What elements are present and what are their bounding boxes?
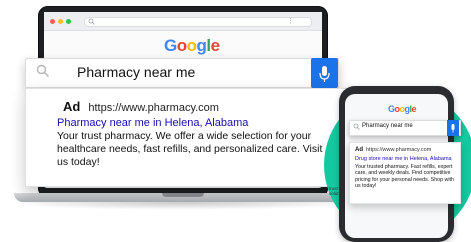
close-window-dot[interactable] [50,19,55,24]
address-bar[interactable] [84,17,312,27]
mic-icon [319,66,330,82]
ad-badge: Ad [63,99,81,114]
voice-search-button[interactable] [311,58,338,88]
ad-title-link[interactable]: Pharmacy near me in Helena, Alabama [57,117,248,129]
laptop-background-text: trust solut [329,186,339,196]
laptop-notch [162,193,204,197]
phone-ad-url[interactable]: https://www.pharmacy.com [366,147,431,153]
phone-search-icon [353,123,360,130]
search-icon [36,64,49,77]
phone-google-logo: Google [388,104,417,114]
address-search-icon [88,18,95,25]
phone-voice-search-button[interactable] [447,120,459,136]
maximize-window-dot[interactable] [66,19,71,24]
phone-ad-title-link[interactable]: Drug store near me in Helena, Alabama [355,156,452,162]
phone-ad-header: Ad https://www.pharmacy.com [355,147,431,153]
browser-menu-icon[interactable]: ⋮ [287,17,294,25]
phone-ad-badge: Ad [355,147,363,153]
phone-search-query: Pharmacy near me [362,123,413,129]
ad-header: Ad https://www.pharmacy.com [63,98,219,116]
phone-mic-icon [451,124,455,133]
minimize-window-dot[interactable] [58,19,63,24]
ad-url[interactable]: https://www.pharmacy.com [88,102,219,114]
phone-ad-description: Your trusted pharmacy. Fast refills, exp… [355,164,454,190]
ad-description: Your trust pharmacy. We offer a wide sel… [57,130,323,168]
google-logo: Google [164,36,220,55]
search-query: Pharmacy near me [77,64,196,80]
